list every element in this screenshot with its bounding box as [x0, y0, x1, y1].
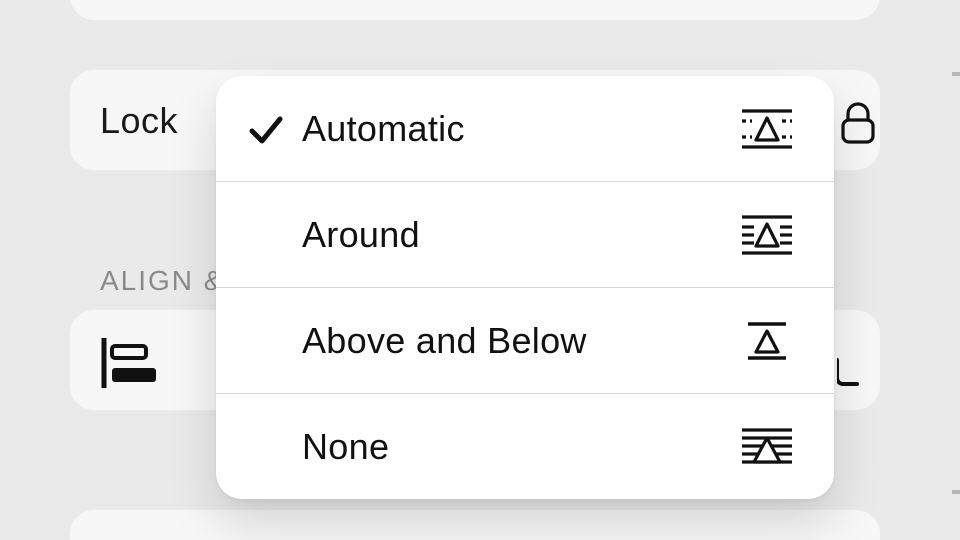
menu-item-label: Above and Below [302, 320, 740, 362]
page-edge-fragment [837, 358, 859, 386]
lock-icon [838, 100, 878, 146]
checkmark-icon [246, 109, 286, 149]
align-left-icon [100, 338, 160, 388]
margin-tick [952, 490, 960, 494]
margin-tick [952, 72, 960, 76]
wrap-automatic-icon [740, 107, 794, 151]
menu-item-label: Around [302, 214, 740, 256]
menu-item-automatic[interactable]: Automatic [216, 76, 834, 181]
lock-label: Lock [100, 100, 178, 142]
menu-item-above-below[interactable]: Above and Below [216, 287, 834, 393]
settings-panel: Lock ALIGN & Automatic [0, 0, 960, 540]
menu-item-label: None [302, 426, 740, 468]
menu-item-around[interactable]: Around [216, 181, 834, 287]
wrap-above-below-icon [740, 319, 794, 363]
wrap-around-icon [740, 213, 794, 257]
card-above [70, 0, 880, 20]
wrap-none-icon [740, 425, 794, 469]
card-below [70, 510, 880, 540]
menu-item-label: Automatic [302, 108, 740, 150]
text-wrap-menu: Automatic Around [216, 76, 834, 499]
align-section-header: ALIGN & [100, 265, 224, 297]
menu-item-none[interactable]: None [216, 393, 834, 499]
